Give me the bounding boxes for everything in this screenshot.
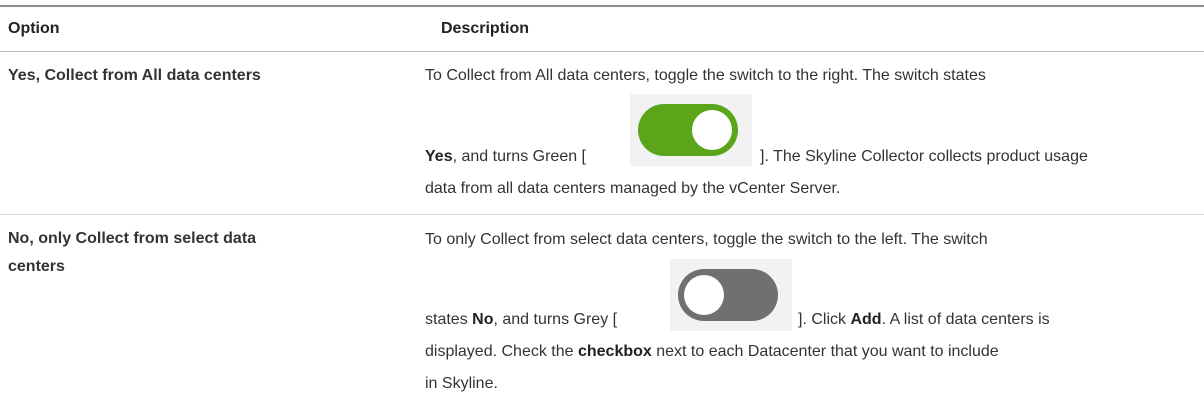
- option-label-no: No, only Collect from select data: [8, 230, 257, 247]
- description-text: states: [425, 311, 473, 328]
- description-text: . A list of data centers is: [881, 311, 1050, 328]
- bold-no: No: [472, 311, 494, 328]
- option-label-yes: Yes, Collect from All data centers: [8, 67, 261, 84]
- options-table: Option Description Yes, Collect from All…: [0, 0, 1204, 407]
- description-text: next to each Datacenter that you want to…: [651, 343, 999, 360]
- description-text: ]. Click: [798, 311, 851, 328]
- option-cell-no: No, only Collect from select data center…: [8, 225, 408, 281]
- description-text: , and turns Green [: [452, 148, 586, 165]
- toggle-knob: [692, 110, 732, 150]
- toggle-switch-off-icon: [678, 269, 778, 321]
- description-text: displayed. Check the: [425, 343, 578, 360]
- column-header-description: Description: [441, 20, 530, 37]
- bold-checkbox: checkbox: [577, 343, 652, 360]
- description-line: To Collect from All data centers, toggle…: [425, 67, 986, 84]
- description-line: data from all data centers managed by th…: [425, 180, 841, 197]
- description-text: ]. The Skyline Collector collects produc…: [760, 148, 1088, 165]
- toggle-switch-off-image: [670, 259, 792, 331]
- column-header-option: Option: [8, 20, 60, 37]
- description-line: Yes, and turns Green [: [425, 146, 586, 168]
- bold-yes: Yes: [425, 148, 453, 165]
- description-line: states No, and turns Grey [: [425, 309, 617, 331]
- description-line: ]. Click Add. A list of data centers is: [798, 309, 1050, 331]
- description-line: displayed. Check the checkbox next to ea…: [425, 341, 999, 363]
- header-divider: [0, 51, 1204, 52]
- description-line: in Skyline.: [425, 375, 498, 392]
- bold-add: Add: [850, 311, 882, 328]
- toggle-switch-on-icon: [638, 104, 738, 156]
- toggle-knob: [684, 275, 724, 315]
- option-cell-yes: Yes, Collect from All data centers: [8, 62, 408, 90]
- table-header-row: Option Description: [0, 7, 1204, 51]
- option-label-no-cont: centers: [8, 258, 65, 275]
- description-line: To only Collect from select data centers…: [425, 231, 988, 248]
- toggle-switch-on-image: [630, 94, 752, 166]
- row-divider: [0, 214, 1204, 215]
- description-text: , and turns Grey [: [493, 311, 618, 328]
